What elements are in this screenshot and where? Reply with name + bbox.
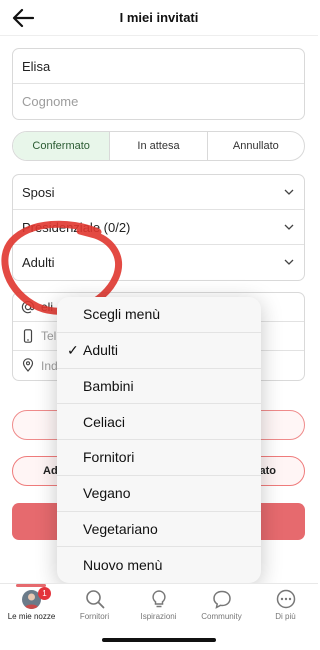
menu-option[interactable]: Vegano (57, 476, 261, 512)
tab-inspirations[interactable]: Ispirazioni (127, 584, 190, 629)
menu-dropdown: Scegli menù ✓ Adulti Bambini Celiaci For… (57, 297, 261, 583)
menu-option-label: Bambini (83, 377, 134, 394)
chevron-down-icon (284, 224, 294, 230)
segment-confirmed[interactable]: Confermato (13, 132, 111, 160)
menu-option-label: Fornitori (83, 449, 135, 466)
last-name-placeholder: Cognome (22, 94, 79, 109)
menu-option-label: Scegli menù (83, 306, 161, 323)
at-sign-icon (21, 300, 35, 314)
table-select[interactable]: Presidenziale (0/2) (13, 210, 304, 245)
group-select[interactable]: Sposi (13, 175, 304, 210)
home-indicator (102, 638, 216, 642)
table-select-value: Presidenziale (0/2) (22, 219, 131, 235)
email-value: eli (41, 300, 54, 314)
menu-option[interactable]: Celiaci (57, 404, 261, 440)
group-select-value: Sposi (22, 184, 55, 200)
tab-more[interactable]: Di più (254, 584, 317, 629)
segment-pending[interactable]: In attesa (110, 132, 208, 160)
phone-icon (23, 329, 33, 343)
menu-option-label: Adulti (83, 342, 119, 359)
menu-select-value: Adulti (22, 255, 55, 270)
checkmark-icon: ✓ (67, 341, 79, 358)
menu-option-label: Celiaci (83, 413, 126, 430)
first-name-value: Elisa (22, 58, 51, 74)
menu-option[interactable]: Scegli menù (57, 297, 261, 333)
app-header: I miei invitati (0, 0, 318, 36)
last-name-field[interactable]: Cognome (13, 84, 304, 119)
phone-placeholder: Tel (41, 329, 57, 343)
lightbulb-icon (152, 590, 166, 608)
left-action-label: Ad (43, 465, 58, 477)
tab-my-wedding[interactable]: 1 Le mie nozze (0, 584, 63, 629)
menu-option-selected[interactable]: ✓ Adulti (57, 333, 261, 369)
page-title: I miei invitati (119, 10, 199, 25)
segment-cancelled[interactable]: Annullato (208, 132, 304, 160)
menu-option[interactable]: Vegetariano (57, 512, 261, 548)
tab-label: Fornitori (79, 612, 110, 621)
chevron-down-icon (284, 259, 294, 265)
chevron-down-icon (284, 189, 294, 195)
status-segmented-control: Confermato In attesa Annullato (12, 131, 305, 161)
menu-option[interactable]: Nuovo menù (57, 547, 261, 583)
menu-option-label: Vegano (83, 485, 131, 502)
tab-label: Di più (275, 612, 296, 621)
tab-label: Le mie nozze (7, 612, 56, 621)
tab-label: Community (201, 612, 242, 621)
chat-bubble-icon (213, 590, 231, 609)
bottom-tab-bar: 1 Le mie nozze Fornitori Ispirazioni Com… (0, 583, 318, 650)
address-placeholder: Ind (41, 358, 58, 373)
menu-option-label: Vegetariano (83, 520, 158, 537)
first-name-field[interactable]: Elisa (13, 49, 304, 84)
location-pin-icon (22, 358, 34, 372)
name-fields: Elisa Cognome (12, 48, 305, 120)
menu-option[interactable]: Bambini (57, 369, 261, 405)
select-fields: Sposi Presidenziale (0/2) Adulti (12, 174, 305, 281)
tab-community[interactable]: Community (190, 584, 253, 629)
tab-label: Ispirazioni (140, 612, 177, 621)
menu-option-label: Nuovo menù (83, 557, 163, 574)
menu-option[interactable]: Fornitori (57, 440, 261, 476)
tab-vendors[interactable]: Fornitori (63, 584, 126, 629)
menu-select[interactable]: Adulti (13, 245, 304, 280)
more-icon (276, 589, 296, 609)
search-icon (86, 590, 105, 609)
right-action-label: ato (259, 465, 277, 477)
notification-badge: 1 (38, 587, 51, 600)
